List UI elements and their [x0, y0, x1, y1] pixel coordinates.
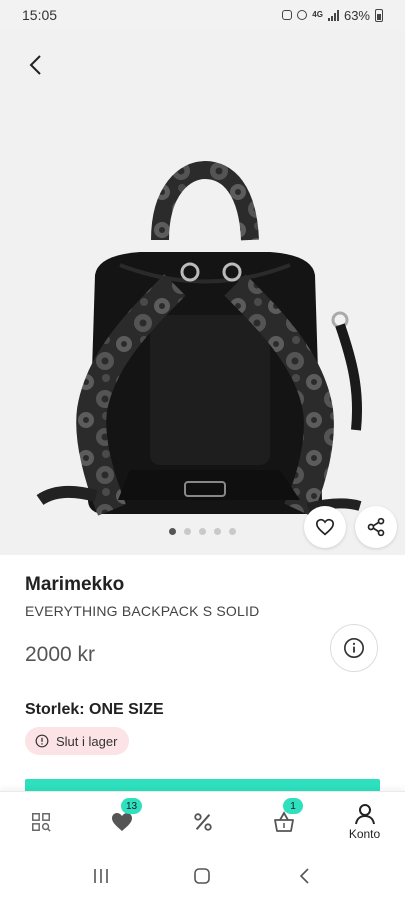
pagination-dot[interactable]: [184, 528, 191, 535]
favorite-button[interactable]: [304, 506, 346, 548]
size-label: Storlek: ONE SIZE: [25, 701, 164, 718]
status-time: 15:05: [22, 7, 58, 23]
back-button[interactable]: [20, 50, 50, 80]
pagination-dot[interactable]: [214, 528, 221, 535]
home-icon: [194, 867, 211, 884]
home-button[interactable]: [182, 861, 222, 891]
network-type: 4G: [312, 10, 323, 19]
product-image: [36, 160, 363, 517]
alert-circle-icon: [35, 734, 49, 748]
grid-search-icon: [31, 812, 51, 832]
app-notification-icon: [282, 10, 293, 20]
share-button[interactable]: [355, 506, 397, 548]
nav-offers[interactable]: [162, 792, 243, 851]
product-name: EVERYTHING BACKPACK S SOLID: [25, 603, 260, 619]
recent-apps-icon: [94, 868, 108, 883]
alarm-icon: [297, 10, 308, 20]
add-to-cart-bar[interactable]: [25, 779, 380, 791]
bottom-navigation: 13 1 Konto: [0, 791, 405, 851]
status-icons: 4G 63%: [282, 8, 383, 23]
pagination-dot[interactable]: [229, 528, 236, 535]
nav-account-label: Konto: [348, 826, 381, 841]
status-bar: 15:05 4G 63%: [0, 0, 405, 30]
pagination-dot[interactable]: [199, 528, 206, 535]
stock-status-text: Slut i lager: [56, 733, 118, 749]
heart-outline-icon: [315, 518, 335, 536]
info-button[interactable]: [330, 624, 378, 672]
stock-status-badge: Slut i lager: [25, 727, 130, 755]
system-navigation-bar: [0, 851, 405, 900]
product-price: 2000 kr: [25, 643, 96, 666]
nav-cart[interactable]: 1: [243, 792, 324, 851]
product-brand: Marimekko: [25, 574, 125, 595]
nav-categories[interactable]: [0, 792, 81, 851]
nav-account[interactable]: Konto: [324, 792, 405, 851]
recent-apps-button[interactable]: [81, 861, 121, 891]
nav-favorites[interactable]: 13: [81, 792, 162, 851]
info-icon: [344, 638, 364, 658]
percent-icon: [193, 812, 212, 831]
battery-percent: 63%: [343, 7, 370, 23]
system-back-button[interactable]: [284, 861, 324, 891]
person-icon: [354, 803, 375, 824]
chevron-left-icon: [29, 55, 41, 75]
favorites-badge: 13: [121, 798, 143, 814]
pagination-dot[interactable]: [169, 528, 176, 535]
signal-icon: [327, 9, 339, 21]
cart-badge: 1: [283, 798, 303, 814]
back-arrow-icon: [300, 867, 309, 884]
battery-icon: [375, 8, 383, 22]
share-icon: [367, 517, 385, 537]
product-image-carousel[interactable]: [0, 30, 405, 555]
